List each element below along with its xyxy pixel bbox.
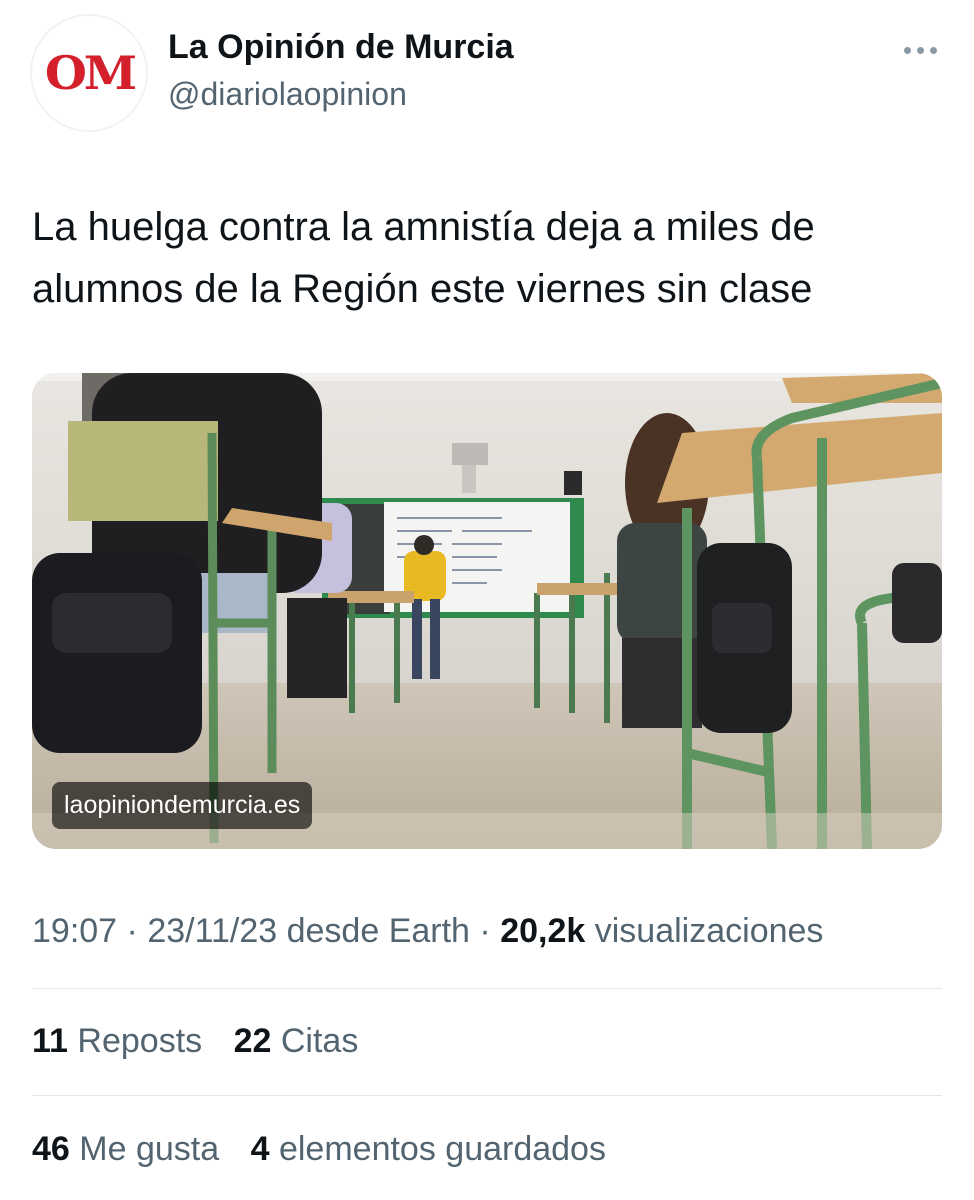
author-display-name[interactable]: La Opinión de Murcia (168, 28, 514, 67)
engagement-row-2: 46 Me gusta 4 elementos guardados (32, 1130, 628, 1169)
meta-separator: · (126, 912, 148, 950)
reposts-count: 11 (32, 1022, 68, 1060)
tweet-source: desde Earth (286, 912, 470, 950)
likes-label: Me gusta (79, 1130, 220, 1168)
bookmarks-stat[interactable]: 4 elementos guardados (251, 1130, 606, 1168)
tweet-header: OM La Opinión de Murcia @diariolaopinion (0, 0, 974, 140)
more-horizontal-icon[interactable] (900, 38, 940, 62)
meta-separator: · (479, 912, 501, 950)
reposts-label: Reposts (77, 1022, 203, 1060)
views-count: 20,2k (500, 912, 586, 950)
views-label: visualizaciones (594, 912, 824, 950)
avatar-logo: OM (44, 46, 136, 100)
divider (32, 988, 942, 989)
quotes-label: Citas (280, 1022, 359, 1060)
likes-stat[interactable]: 46 Me gusta (32, 1130, 229, 1168)
engagement-row-1: 11 Reposts 22 Citas (32, 1022, 380, 1061)
tweet-text: La huelga contra la amnistía deja a mile… (32, 205, 815, 311)
link-card-image[interactable]: laopiniondemurcia.es (32, 373, 942, 849)
bookmarks-count: 4 (250, 1130, 270, 1168)
quotes-stat[interactable]: 22 Citas (234, 1022, 359, 1060)
divider (32, 1095, 942, 1096)
tweet-time[interactable]: 19:07 (32, 912, 117, 950)
tweet-meta: 19:07 · 23/11/23 desde Earth · 20,2k vis… (32, 912, 823, 951)
author-handle[interactable]: @diariolaopinion (168, 76, 407, 113)
classroom-photo (32, 373, 942, 849)
link-domain-badge[interactable]: laopiniondemurcia.es (52, 782, 313, 829)
quotes-count: 22 (233, 1022, 272, 1060)
bookmarks-label: elementos guardados (278, 1130, 606, 1168)
avatar[interactable]: OM (30, 14, 148, 132)
tweet-date[interactable]: 23/11/23 (147, 912, 277, 950)
reposts-stat[interactable]: 11 Reposts (32, 1022, 212, 1060)
likes-count: 46 (32, 1130, 70, 1168)
